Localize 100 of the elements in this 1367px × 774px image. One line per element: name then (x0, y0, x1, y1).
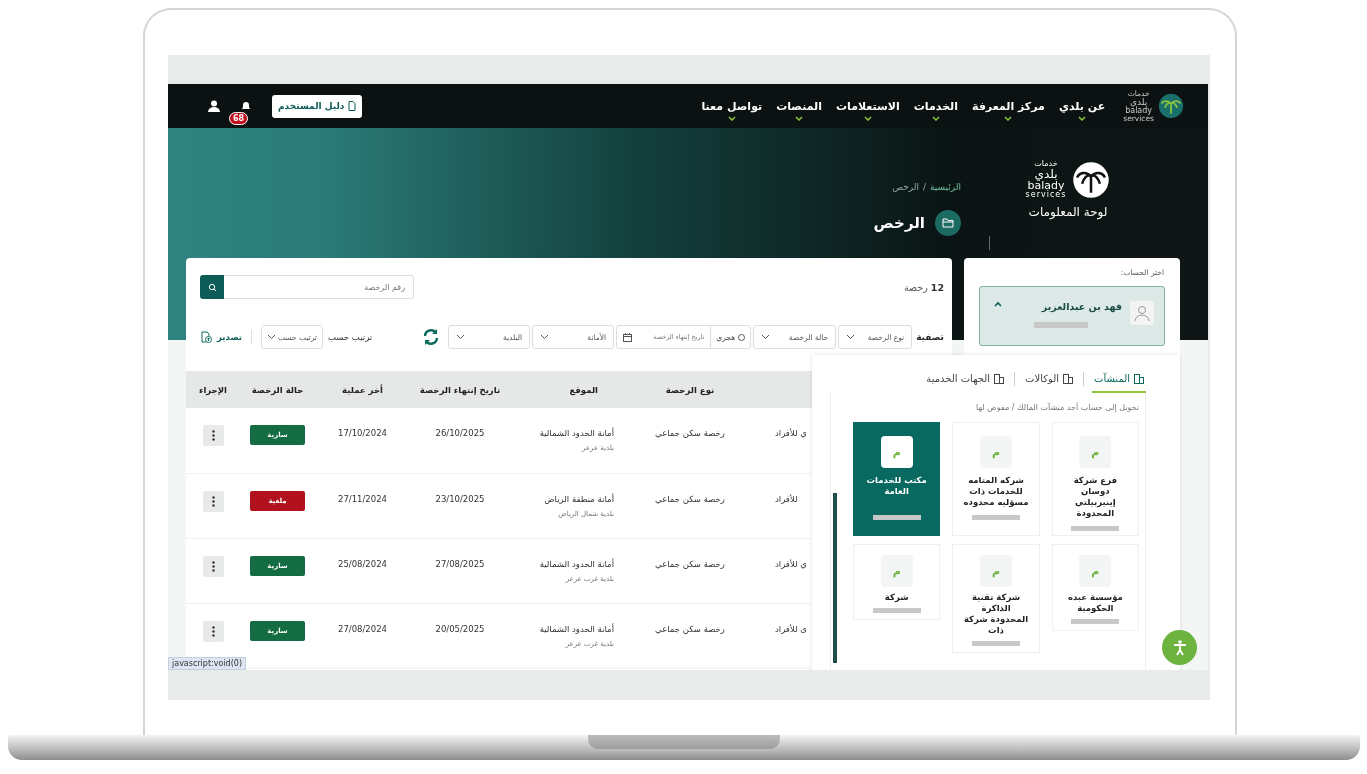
table-cell: رخصة سكن جماعي (655, 623, 725, 634)
folder-icon (935, 210, 961, 236)
entity-card[interactable]: م شركه المتامه للخدمات ذات مسؤليه محدوده (952, 422, 1040, 536)
column-header: الموقع (569, 384, 598, 395)
search-button[interactable] (200, 275, 224, 299)
hint-text: تحويل إلى حساب أحد منشآت المالك / مفوض لها (975, 403, 1139, 412)
row-actions-button[interactable] (202, 555, 224, 577)
user-avatar-icon (1130, 301, 1154, 325)
entity-name: مؤسسة عبده الحكومية (1066, 592, 1124, 615)
entity-initial: م (880, 555, 913, 587)
column-header: تاريخ إنتهاء الرخصة (419, 384, 501, 395)
table-cell: 27/08/2024 (338, 623, 387, 634)
vertical-dots-icon (211, 430, 215, 441)
entity-card[interactable]: م فرع شركة دوسان إينيربيلتي المحدودة (1051, 422, 1139, 536)
status-link-tooltip: javascript:void(0) (168, 657, 246, 670)
refresh-icon[interactable] (422, 328, 441, 346)
redacted-bar (1071, 526, 1120, 532)
breadcrumb-link[interactable]: الرئيسية (930, 182, 961, 192)
redacted-bar (872, 608, 921, 614)
building-icon (994, 373, 1005, 384)
chevron-down-icon (931, 115, 940, 121)
tab[interactable]: الوكالات (1023, 369, 1075, 393)
scrollbar[interactable] (833, 493, 837, 663)
table-cell: 17/10/2024 (338, 428, 387, 438)
row-actions-button[interactable] (202, 620, 224, 642)
table-cell: 26/10/2025 (435, 428, 485, 438)
redacted-bar (872, 515, 921, 520)
search-field[interactable]: رقم الرخصة (224, 275, 414, 299)
chevron-down-icon (795, 115, 804, 121)
entity-card[interactable]: م مكتب للخدمات العامة (853, 422, 941, 536)
column-header: حالة الرخصة (251, 384, 304, 395)
chevron-down-icon (846, 334, 856, 340)
entity-name: شركه المتامه للخدمات ذات مسؤليه محدوده (962, 475, 1030, 509)
entity-card[interactable]: م شركة تقنية الذاكرة المحدودة شركة ذات (952, 544, 1040, 654)
entity-card[interactable]: م مؤسسة عبده الحكومية (1051, 544, 1139, 632)
table-cell: رخصة سكن جماعي (655, 493, 725, 504)
entity-name: فرع شركة دوسان إينيربيلتي المحدودة (1072, 475, 1118, 520)
table-cell: رخصة سكن جماعي (655, 428, 725, 438)
nav-menu-item[interactable]: مركز المعرفة (971, 99, 1045, 113)
logo-text: بلدي (1130, 97, 1148, 107)
table-cell: 25/08/2024 (338, 558, 387, 569)
logo-text: خدمات (1034, 160, 1058, 168)
nav-menu-item[interactable]: المنصات (776, 99, 822, 113)
palm-logo-icon (1158, 93, 1184, 119)
export-icon[interactable] (200, 331, 212, 343)
table-cell: 27/08/2025 (435, 558, 485, 569)
entity-initial: م (980, 436, 1012, 468)
tab[interactable]: المنشآت (1092, 369, 1146, 393)
table-cell: ى للأفراد (775, 623, 807, 634)
table-cell: للأفراد (775, 493, 798, 504)
user-icon[interactable] (208, 100, 220, 112)
chevron-down-icon (761, 334, 771, 340)
account-name: فهد بن عبدالعزيز (1040, 301, 1122, 312)
table-cell-text: أمانة الحدود الشمالية (538, 558, 614, 569)
entity-initial: م (980, 555, 1012, 587)
column-header: نوع الرخصة (665, 384, 715, 395)
table-cell-text: أمانة الحدود الشمالية (538, 428, 614, 438)
logo-text: balady (1125, 106, 1153, 115)
chevron-icon (994, 301, 1002, 307)
nav-menu-item[interactable]: تواصل معنا (701, 99, 763, 113)
breadcrumb-link[interactable]: الرخص (892, 182, 919, 192)
export-link[interactable]: تصدير (217, 332, 242, 342)
logo-text: services (1025, 191, 1067, 199)
row-actions-button[interactable] (202, 490, 224, 512)
table-cell: 23/10/2025 (435, 493, 485, 504)
dashboard-title: لوحة المعلومات (1028, 205, 1108, 219)
notification-count: 68 (229, 112, 249, 125)
table-cell: 20/05/2025 (435, 623, 485, 634)
palm-logo-icon (1072, 160, 1111, 199)
vertical-dots-icon (211, 495, 215, 507)
redacted-bar (972, 641, 1020, 647)
vertical-dots-icon (211, 625, 215, 637)
tab[interactable]: الجهات الخدمية (924, 369, 1007, 393)
nav-menu-item[interactable]: الاستعلامات (835, 99, 900, 113)
redacted-bar (1071, 619, 1120, 625)
redacted-bar (972, 515, 1020, 521)
filter-label: تصفية (916, 332, 944, 342)
account-selector[interactable]: فهد بن عبدالعزيز (979, 286, 1165, 346)
entity-name: شركة تقنية الذاكرة المحدودة شركة ذات (962, 592, 1030, 637)
nav-menu-item[interactable]: عن بلدي (1058, 99, 1106, 113)
chevron-down-icon (456, 334, 466, 340)
vertical-dots-icon (211, 560, 215, 572)
entity-initial: م (880, 436, 913, 468)
table-cell-text: أمانة الحدود الشمالية (538, 623, 614, 634)
table-cell-text: أمانة منطقة الرياض (543, 493, 614, 504)
table-cell: ي للأفراد (775, 558, 807, 569)
chevron-down-icon (266, 334, 276, 340)
bell-icon[interactable] (240, 100, 252, 112)
row-actions-button[interactable] (202, 425, 224, 446)
entity-initial: م (1079, 436, 1112, 468)
user-guide-button[interactable]: دليل المستخدم (272, 94, 363, 118)
entity-card[interactable]: م شركة (853, 544, 941, 621)
page-title: الرخص (873, 214, 925, 232)
chevron-down-icon (540, 334, 550, 340)
nav-menu-item[interactable]: الخدمات (913, 99, 958, 113)
logo-text: balady (1027, 180, 1065, 191)
entity-initial: م (1079, 555, 1112, 587)
chevron-down-icon (1004, 115, 1013, 121)
entity-name: شركة (883, 592, 910, 604)
column-header: الإجراء (199, 384, 227, 395)
